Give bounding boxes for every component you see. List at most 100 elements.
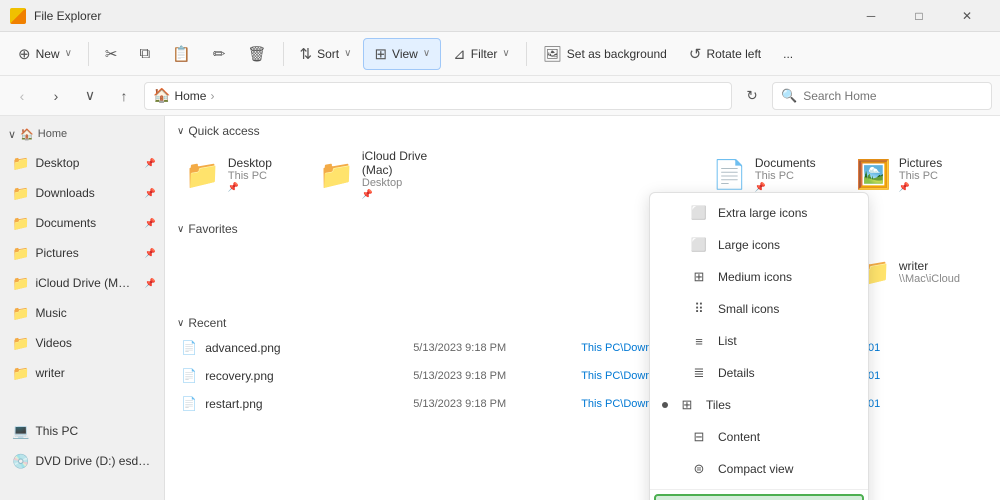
file-tile-icloud[interactable]: 📁 iCloud Drive (Mac) Desktop 📌: [311, 142, 441, 206]
file-tile-desktop[interactable]: 📁 Desktop This PC 📌: [177, 142, 307, 206]
folder-icon: 📁: [319, 158, 354, 191]
menu-item-list[interactable]: ≡ List: [650, 325, 868, 357]
pin-icon: 📌: [145, 158, 156, 169]
selected-dot: [662, 402, 668, 408]
file-icon: 📄: [181, 396, 197, 412]
sidebar-item-dvd[interactable]: 💿 DVD Drive (D:) esd2…: [0, 446, 164, 476]
refresh-button[interactable]: ↻: [738, 82, 766, 110]
extra-large-icon: ⬜: [690, 205, 708, 221]
tile-pin: 📌: [755, 182, 816, 193]
more-button[interactable]: ...: [773, 38, 803, 70]
file-icon: 📄: [181, 340, 197, 356]
filter-button[interactable]: ⊿ Filter ∨: [443, 38, 520, 70]
sidebar-home-header: ∨ 🏠 Home: [0, 120, 164, 148]
set-background-button[interactable]: 🖼 Set as background: [533, 38, 677, 70]
recent-locations-button[interactable]: ∨: [76, 82, 104, 110]
menu-item-label: Details: [718, 366, 856, 380]
favorites-label: Favorites: [188, 222, 237, 236]
sidebar-item-documents[interactable]: 📁 Documents 📌: [0, 208, 164, 238]
toolbar: ⊕ New ∨ ✂ ⧉ 📋 ✏ 🗑 ⇅ Sort ∨ ⊞ View ∨ ⊿ Fi…: [0, 32, 1000, 76]
sidebar-item-music[interactable]: 📁 Music: [0, 298, 164, 328]
copy-button[interactable]: ⧉: [130, 38, 161, 70]
recent-file-name: advanced.png: [205, 341, 405, 355]
search-box[interactable]: 🔍: [772, 82, 992, 110]
delete-button[interactable]: 🗑: [237, 38, 276, 70]
delete-icon: 🗑: [247, 45, 266, 63]
pin-icon: 📌: [145, 248, 156, 259]
folder-icon: 📁: [12, 335, 29, 352]
back-button[interactable]: ‹: [8, 82, 36, 110]
menu-item-extra-large[interactable]: ⬜ Extra large icons: [650, 197, 868, 229]
sidebar-item-writer[interactable]: 📁 writer: [0, 358, 164, 388]
up-button[interactable]: ↑: [110, 82, 138, 110]
favorites-chevron[interactable]: ∨: [177, 224, 184, 235]
tile-name: writer: [899, 259, 960, 273]
recent-file-name: restart.png: [205, 397, 405, 411]
file-tile-writer[interactable]: 📁 writer \\Mac\iCloud: [848, 240, 988, 304]
rename-icon: ✏: [213, 45, 226, 63]
menu-item-label: Large icons: [718, 238, 856, 252]
file-tile-pictures[interactable]: 🖼️ Pictures This PC 📌: [848, 142, 988, 206]
sidebar-item-label: iCloud Drive (M…: [35, 276, 138, 290]
rotate-left-button[interactable]: ↺ Rotate left: [679, 38, 771, 70]
sidebar-item-label: Documents: [35, 216, 138, 230]
menu-item-medium[interactable]: ⊞ Medium icons: [650, 261, 868, 293]
menu-item-label: Small icons: [718, 302, 856, 316]
search-input[interactable]: [803, 89, 983, 103]
sidebar-item-thispc[interactable]: 💻 This PC: [0, 416, 164, 446]
app-icon: [10, 8, 26, 24]
file-grid-2: 🎬 Videos This PC 📌 📁 writer \\Mac\iCloud: [165, 240, 1000, 312]
menu-item-small[interactable]: ⠿ Small icons: [650, 293, 868, 325]
tile-sub: This PC: [899, 170, 942, 182]
maximize-button[interactable]: □: [896, 0, 942, 32]
sidebar-item-icloud[interactable]: 📁 iCloud Drive (M… 📌: [0, 268, 164, 298]
view-button[interactable]: ⊞ View ∨: [363, 38, 441, 70]
tile-sub: \\Mac\iCloud: [899, 273, 960, 285]
pin-icon: 📌: [145, 278, 156, 289]
sidebar-item-label: Downloads: [35, 186, 138, 200]
tile-name: iCloud Drive (Mac): [362, 149, 433, 177]
sidebar-item-downloads[interactable]: 📁 Downloads 📌: [0, 178, 164, 208]
new-button[interactable]: ⊕ New ∨: [8, 38, 82, 70]
sidebar-item-pictures[interactable]: 📁 Pictures 📌: [0, 238, 164, 268]
title-bar: File Explorer ─ □ ✕: [0, 0, 1000, 32]
paste-button[interactable]: 📋: [162, 38, 201, 70]
sidebar-item-desktop[interactable]: 📁 Desktop 📌: [0, 148, 164, 178]
close-button[interactable]: ✕: [944, 0, 990, 32]
path-root: Home: [174, 89, 206, 103]
recent-date: 5/13/2023 9:18 PM: [413, 398, 573, 410]
folder-icon: 📁: [12, 245, 29, 262]
cut-button[interactable]: ✂: [95, 38, 128, 70]
address-bar: ‹ › ∨ ↑ 🏠 Home › ↻ 🔍: [0, 76, 1000, 116]
forward-button[interactable]: ›: [42, 82, 70, 110]
sort-button[interactable]: ⇅ Sort ∨: [290, 38, 362, 70]
path-separator: ›: [210, 89, 214, 103]
recent-label: Recent: [188, 316, 226, 330]
rename-button[interactable]: ✏: [203, 38, 236, 70]
menu-item-content[interactable]: ⊟ Content: [650, 421, 868, 453]
pin-icon: 📌: [145, 218, 156, 229]
new-dropdown-arrow: ∨: [65, 48, 72, 59]
menu-item-compact[interactable]: ⊜ Compact view: [650, 453, 868, 485]
menu-item-large[interactable]: ⬜ Large icons: [650, 229, 868, 261]
rotate-icon: ↺: [689, 45, 702, 63]
file-grid: 📁 Desktop This PC 📌 📁 iCloud Drive (Mac)…: [165, 142, 1000, 214]
dvd-icon: 💿: [12, 453, 29, 470]
view-menu: ⬜ Extra large icons ⬜ Large icons ⊞ Medi…: [649, 192, 869, 500]
chevron-down-icon: ∨: [8, 128, 16, 141]
recent-date: 5/13/2023 9:18 PM: [413, 342, 573, 354]
menu-item-tiles[interactable]: ⊞ Tiles: [650, 389, 868, 421]
menu-item-label: Medium icons: [718, 270, 856, 284]
quick-access-chevron[interactable]: ∨: [177, 126, 184, 137]
sidebar-item-videos[interactable]: 📁 Videos: [0, 328, 164, 358]
menu-item-details[interactable]: ≣ Details: [650, 357, 868, 389]
recent-header: ∨ Recent: [165, 312, 1000, 334]
menu-item-show[interactable]: Show ›: [654, 494, 864, 500]
minimize-button[interactable]: ─: [848, 0, 894, 32]
recent-chevron[interactable]: ∨: [177, 318, 184, 329]
file-icon: 📄: [181, 368, 197, 384]
address-path[interactable]: 🏠 Home ›: [144, 82, 732, 110]
recent-date: 5/13/2023 9:18 PM: [413, 370, 573, 382]
filter-icon: ⊿: [453, 45, 466, 63]
tile-name: Documents: [755, 156, 816, 170]
